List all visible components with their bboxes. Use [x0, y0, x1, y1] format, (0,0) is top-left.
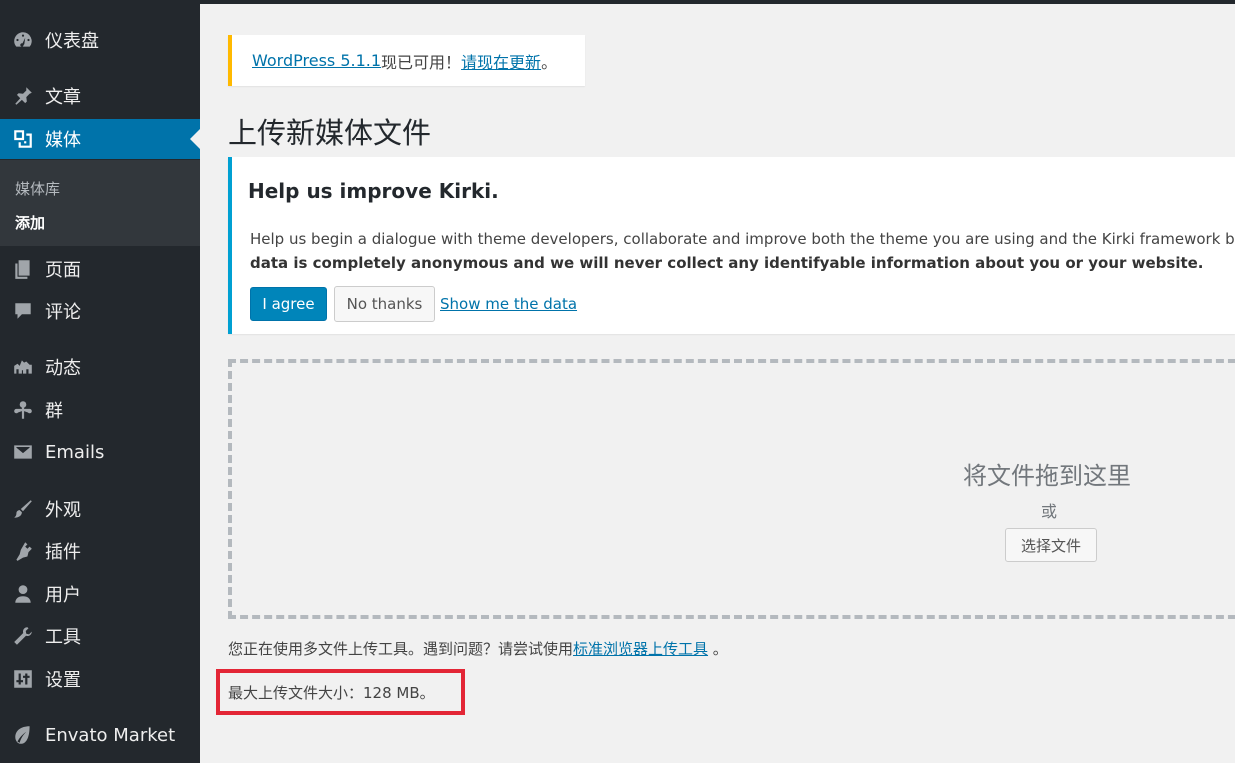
page-icon	[0, 258, 45, 280]
pin-icon	[0, 85, 45, 107]
or-text: 或	[1041, 502, 1058, 521]
menu-item-settings[interactable]: 设置	[0, 659, 200, 699]
no-thanks-button[interactable]: No thanks	[334, 286, 435, 322]
uploader-info-suffix: 。	[708, 640, 728, 658]
menu-label: 评论	[45, 302, 81, 323]
max-upload-size-highlight: 最大上传文件大小：128 MB。	[216, 669, 465, 715]
wrench-icon	[0, 625, 45, 647]
menu-item-pages[interactable]: 页面	[0, 249, 200, 289]
media-submenu: 媒体库 添加	[0, 160, 200, 246]
menu-item-comments[interactable]: 评论	[0, 291, 200, 331]
groups-icon	[0, 399, 45, 421]
menu-label: 用户	[45, 585, 81, 606]
kirki-notice-text-bold: data is completely anonymous and we will…	[250, 254, 1204, 272]
select-files-button[interactable]: 选择文件	[1005, 528, 1097, 562]
menu-label: 工具	[45, 627, 81, 648]
menu-label: Emails	[45, 441, 105, 463]
comment-icon	[0, 300, 45, 322]
menu-item-activity[interactable]: 动态	[0, 347, 200, 387]
settings-icon	[0, 668, 45, 690]
menu-label: 媒体	[45, 130, 81, 151]
update-now-link[interactable]: 请现在更新	[461, 49, 541, 73]
update-notice: WordPress 5.1.1 现已可用！ 请现在更新 。	[228, 35, 585, 86]
menu-item-users[interactable]: 用户	[0, 574, 200, 614]
menu-label: 页面	[45, 260, 81, 281]
menu-label: 外观	[45, 500, 81, 521]
menu-label: 文章	[45, 87, 81, 108]
menu-item-tools[interactable]: 工具	[0, 616, 200, 656]
brush-icon	[0, 498, 45, 520]
activity-icon	[0, 356, 45, 378]
show-data-link[interactable]: Show me the data	[440, 295, 577, 313]
update-notice-text: 现已可用！	[381, 52, 462, 72]
uploader-info: 您正在使用多文件上传工具。遇到问题？请尝试使用标准浏览器上传工具 。	[228, 638, 728, 659]
uploader-info-text: 您正在使用多文件上传工具。遇到问题？请尝试使用	[228, 640, 574, 658]
menu-item-dashboard[interactable]: 仪表盘	[0, 20, 200, 60]
menu-label: 设置	[45, 670, 81, 691]
drop-files-text: 将文件拖到这里	[963, 462, 1131, 490]
leaf-icon	[0, 724, 45, 746]
wordpress-version-link[interactable]: WordPress 5.1.1	[252, 51, 381, 70]
user-icon	[0, 583, 45, 605]
page-title: 上传新媒体文件	[228, 116, 432, 150]
menu-item-posts[interactable]: 文章	[0, 76, 200, 116]
kirki-notice: Help us improve Kirki. Help us begin a d…	[228, 157, 1235, 334]
menu-label: 动态	[45, 358, 81, 379]
kirki-notice-text: Help us begin a dialogue with theme deve…	[250, 230, 1235, 248]
i-agree-button[interactable]: I agree	[250, 287, 327, 321]
submenu-item-add-new[interactable]: 添加	[15, 212, 45, 233]
menu-label: 群	[45, 401, 63, 422]
plugin-icon	[0, 540, 45, 562]
kirki-notice-title: Help us improve Kirki.	[248, 179, 499, 203]
menu-item-media[interactable]: 媒体	[0, 119, 200, 159]
max-upload-size-text: 最大上传文件大小：128 MB。	[228, 683, 435, 702]
menu-item-groups[interactable]: 群	[0, 390, 200, 430]
menu-label: 插件	[45, 542, 81, 563]
menu-label: 仪表盘	[45, 31, 99, 52]
menu-item-envato-market[interactable]: Envato Market	[0, 715, 200, 755]
menu-label: Envato Market	[45, 724, 176, 746]
update-notice-end: 。	[541, 52, 558, 72]
media-icon	[0, 128, 45, 150]
browser-uploader-link[interactable]: 标准浏览器上传工具	[573, 640, 708, 658]
admin-sidebar: 仪表盘 文章 媒体 媒体库 添加 页面 评论 动态 群 Emails 外观 插件	[0, 0, 200, 763]
dashboard-icon	[0, 29, 45, 51]
menu-item-plugins[interactable]: 插件	[0, 531, 200, 571]
menu-item-emails[interactable]: Emails	[0, 432, 200, 472]
admin-bar	[200, 0, 1235, 4]
menu-item-appearance[interactable]: 外观	[0, 489, 200, 529]
email-icon	[0, 441, 45, 463]
submenu-item-library[interactable]: 媒体库	[15, 178, 60, 199]
